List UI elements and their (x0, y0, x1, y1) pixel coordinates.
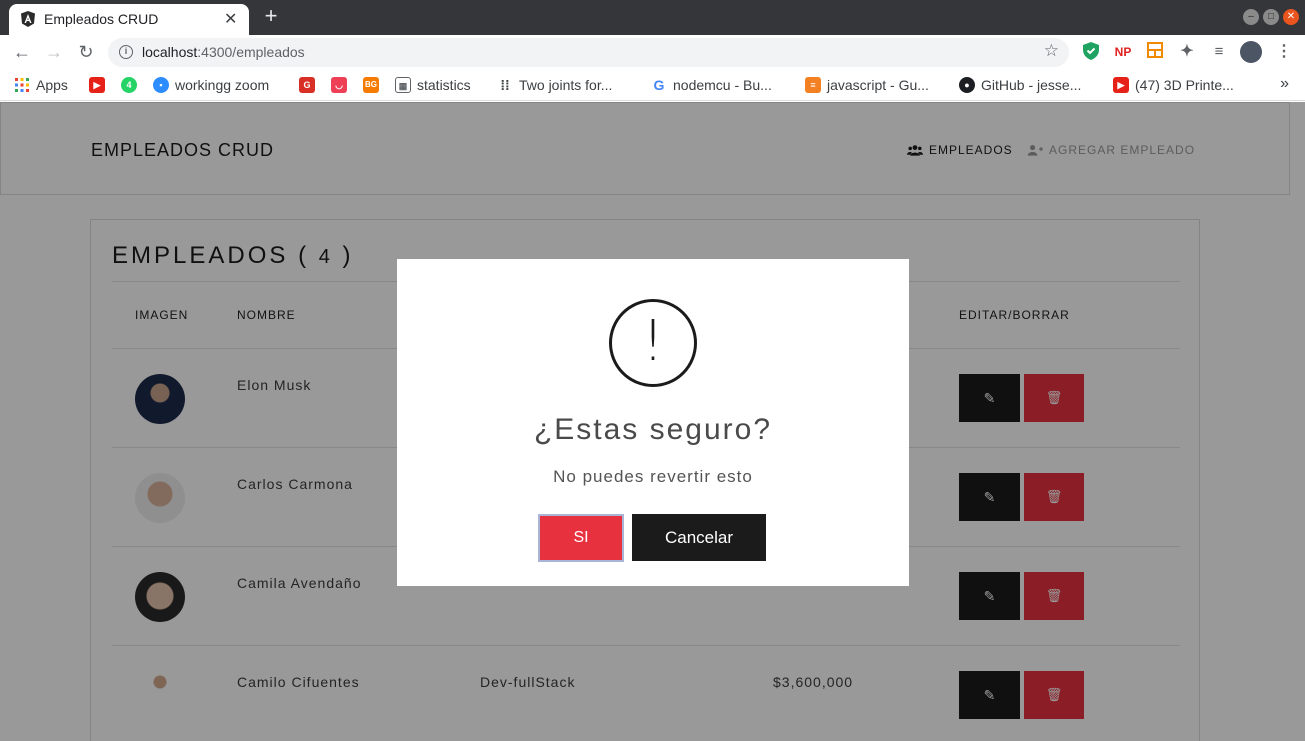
profile-avatar[interactable] (1240, 41, 1262, 63)
bookmark-label: workingg zoom (175, 77, 270, 93)
youtube-icon: ▶ (1113, 77, 1129, 93)
bookmark-red[interactable]: G (299, 76, 315, 94)
bookmarks-overflow-icon[interactable]: » (1280, 75, 1289, 93)
dialog-title: ¿Estas seguro? (533, 413, 773, 446)
layout-icon (1147, 42, 1163, 58)
bookmark-youtube[interactable]: ▶ (89, 76, 105, 94)
layout-extension-icon[interactable] (1145, 42, 1165, 62)
bookmark-label: (47) 3D Printe... (1135, 77, 1234, 93)
github-icon: ● (959, 77, 975, 93)
bookmarks-bar: Apps ▶ 4 ▪ workingg zoom G ◡ BG ▦ statis… (0, 69, 1305, 101)
maximize-icon[interactable]: □ (1263, 9, 1279, 25)
url-path: :4300/empleados (197, 44, 305, 60)
browser-toolbar: ← → ↻ i localhost:4300/empleados ☆ NP ✦ … (0, 35, 1305, 69)
bookmark-star-icon[interactable]: ☆ (1044, 41, 1059, 61)
reload-icon[interactable]: ↻ (74, 40, 98, 64)
bookmark-label: nodemcu - Bu... (673, 77, 772, 93)
bookmark-red-icon: G (299, 77, 315, 93)
bookmark-two-joints[interactable]: ⁞⁞ Two joints for... (497, 76, 612, 94)
window-controls: – □ ✕ (1243, 9, 1299, 25)
close-window-icon[interactable]: ✕ (1283, 9, 1299, 25)
calculator-icon: ▦ (395, 77, 411, 93)
stackoverflow-icon: ≡ (805, 77, 821, 93)
warning-icon: ! (609, 299, 697, 387)
bookmark-label: javascript - Gu... (827, 77, 929, 93)
shield-icon (1083, 42, 1099, 60)
bookmark-zoom[interactable]: ▪ workingg zoom (153, 76, 269, 94)
browser-titlebar: Empleados CRUD ✕ + – □ ✕ (0, 0, 1305, 35)
info-icon[interactable]: i (119, 45, 133, 59)
bookmark-label: Apps (36, 77, 68, 93)
confirm-dialog: ! ¿Estas seguro? No puedes revertir esto… (397, 259, 909, 586)
cancel-button[interactable]: Cancelar (632, 514, 766, 561)
shield-extension-icon[interactable] (1081, 42, 1101, 62)
url-text[interactable]: localhost:4300/empleados (142, 44, 305, 60)
back-arrow-icon[interactable]: ← (10, 40, 34, 64)
bookmark-apps[interactable]: Apps (14, 76, 68, 94)
address-bar[interactable]: i localhost:4300/empleados ☆ (108, 38, 1069, 67)
angular-icon (21, 11, 35, 27)
pocket-icon: ◡ (331, 77, 347, 93)
bookmark-bg[interactable]: BG (363, 76, 379, 94)
bookmark-nodemcu[interactable]: G nodemcu - Bu... (651, 76, 772, 94)
menu-kebab-icon[interactable]: ⋮ (1274, 42, 1294, 62)
puzzle-icon[interactable]: ✦ (1177, 42, 1197, 62)
dialog-text: No puedes revertir esto (553, 467, 753, 486)
bookmark-github[interactable]: ● GitHub - jesse... (959, 76, 1081, 94)
dots-grid-icon: ⁞⁞ (500, 77, 510, 93)
youtube-icon: ▶ (89, 77, 105, 93)
bookmark-label: GitHub - jesse... (981, 77, 1082, 93)
bookmark-label: statistics (417, 77, 471, 93)
np-extension-icon[interactable]: NP (1113, 42, 1133, 62)
bg-icon: BG (363, 77, 379, 93)
zoom-icon: ▪ (153, 77, 169, 93)
whatsapp-icon: 4 (121, 77, 137, 93)
tab-title: Empleados CRUD (44, 11, 159, 27)
bookmark-whatsapp[interactable]: 4 (121, 76, 137, 94)
minimize-icon[interactable]: – (1243, 9, 1259, 25)
url-host: localhost (142, 44, 198, 60)
bookmark-pocket[interactable]: ◡ (331, 76, 347, 94)
tab-close-icon[interactable]: ✕ (224, 9, 237, 29)
bookmark-3d-printer[interactable]: ▶ (47) 3D Printe... (1113, 76, 1234, 94)
bookmark-javascript[interactable]: ≡ javascript - Gu... (805, 76, 929, 94)
bookmark-statistics[interactable]: ▦ statistics (395, 76, 471, 94)
confirm-button[interactable]: SI (537, 513, 625, 563)
bookmark-label: Two joints for... (519, 77, 613, 93)
media-queue-icon[interactable]: ≡ (1209, 42, 1229, 62)
apps-grid-icon (14, 77, 30, 93)
forward-arrow-icon[interactable]: → (42, 40, 66, 64)
google-icon: G (653, 77, 665, 93)
new-tab-button[interactable]: + (258, 4, 284, 30)
browser-tab[interactable]: Empleados CRUD ✕ (9, 4, 249, 35)
